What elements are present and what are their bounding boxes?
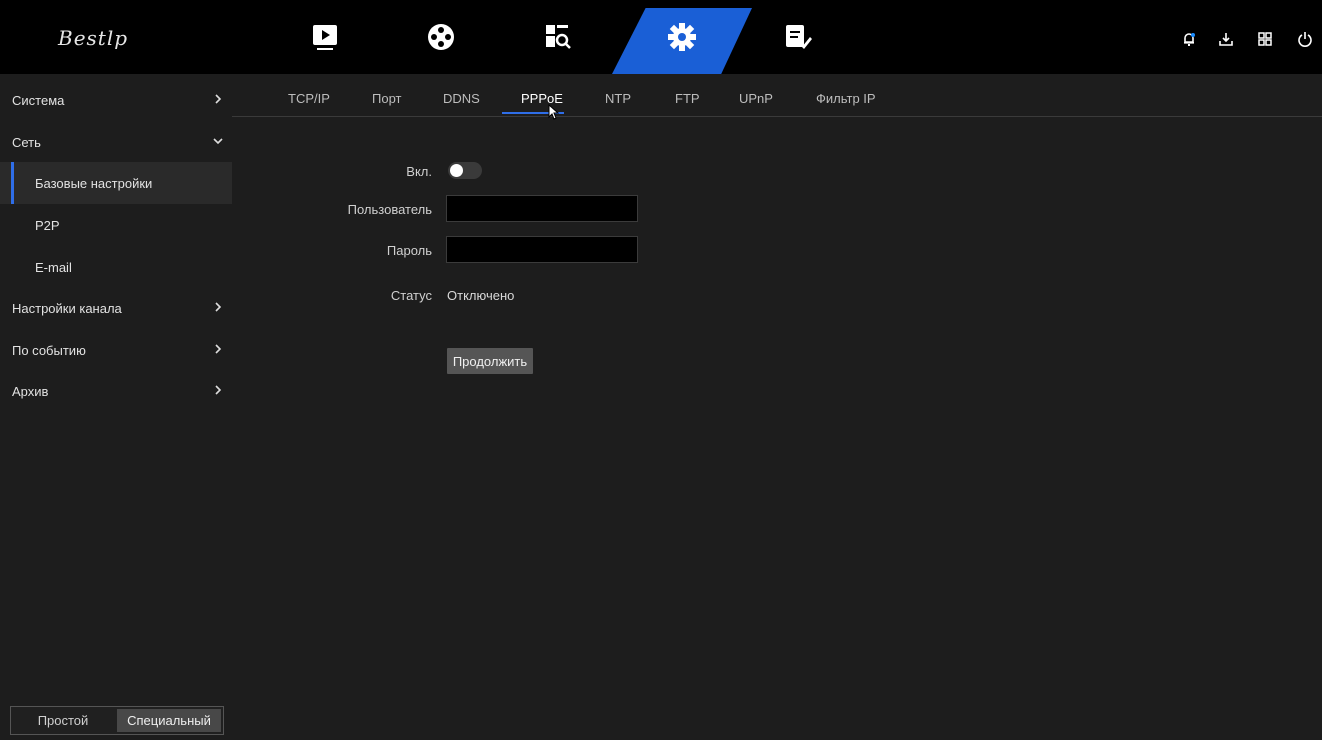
layout-icon[interactable] [1256, 30, 1274, 48]
tab-ddns[interactable]: DDNS [443, 91, 480, 106]
chevron-right-icon [212, 93, 224, 105]
tab-bar: TCP/IP Порт DDNS PPPoE NTP FTP UPnP Филь… [232, 74, 1322, 117]
sidebar-item-system[interactable]: Система [0, 79, 232, 121]
sidebar-item-label: По событию [12, 342, 86, 358]
logo: Bestlp [58, 26, 129, 50]
sidebar-item-label: Система [12, 92, 65, 108]
mode-switch: Простой Специальный [10, 706, 224, 735]
tab-ntp[interactable]: NTP [605, 91, 631, 106]
tab-upnp[interactable]: UPnP [739, 91, 773, 106]
maintenance-icon[interactable] [780, 20, 816, 54]
record-icon[interactable] [423, 20, 459, 54]
chevron-right-icon [212, 384, 224, 396]
toggle-knob [450, 164, 463, 177]
chevron-right-icon [212, 301, 224, 313]
sidebar-item-basic-settings[interactable]: Базовые настройки [0, 162, 232, 204]
password-label: Пароль [386, 243, 432, 258]
sidebar-item-p2p[interactable]: P2P [0, 204, 232, 246]
settings-icon[interactable] [664, 20, 700, 54]
sidebar-item-events[interactable]: По событию [0, 329, 232, 371]
mouse-cursor-icon [548, 103, 560, 123]
mode-simple-button[interactable]: Простой [11, 707, 115, 734]
power-icon[interactable] [1296, 30, 1314, 48]
sidebar-item-label: Базовые настройки [35, 175, 153, 191]
sidebar-item-label: P2P [35, 217, 60, 233]
chevron-down-icon [212, 135, 224, 147]
enable-toggle[interactable] [448, 162, 482, 179]
sidebar-item-label: E-mail [35, 259, 72, 275]
tab-port[interactable]: Порт [372, 91, 401, 106]
tab-ip-filter[interactable]: Фильтр IP [816, 91, 876, 106]
chevron-right-icon [212, 343, 224, 355]
enable-label: Вкл. [406, 164, 432, 179]
user-field[interactable] [446, 195, 638, 222]
status-value: Отключено [447, 288, 515, 303]
sidebar-item-label: Сеть [12, 134, 41, 150]
download-icon[interactable] [1217, 30, 1235, 48]
mode-advanced-button[interactable]: Специальный [117, 709, 221, 732]
tab-ftp[interactable]: FTP [675, 91, 700, 106]
main-panel: TCP/IP Порт DDNS PPPoE NTP FTP UPnP Филь… [232, 74, 1322, 740]
top-bar: Bestlp [0, 0, 1322, 74]
sidebar-item-channel-settings[interactable]: Настройки канала [0, 287, 232, 329]
password-field[interactable] [446, 236, 638, 263]
sidebar: Система Сеть Базовые настройки P2P E-mai… [0, 74, 232, 740]
sidebar-item-email[interactable]: E-mail [0, 246, 232, 288]
user-label: Пользователь [347, 202, 432, 217]
continue-button[interactable]: Продолжить [447, 348, 533, 374]
playback-icon[interactable] [307, 20, 343, 54]
alarm-icon[interactable] [1180, 30, 1198, 48]
tab-tcpip[interactable]: TCP/IP [288, 91, 330, 106]
search-icon[interactable] [540, 20, 576, 54]
sidebar-item-label: Настройки канала [12, 300, 122, 316]
sidebar-item-network[interactable]: Сеть [0, 121, 232, 163]
sidebar-item-label: Архив [12, 383, 49, 399]
sidebar-item-archive[interactable]: Архив [0, 370, 232, 412]
status-label: Статус [390, 288, 432, 303]
